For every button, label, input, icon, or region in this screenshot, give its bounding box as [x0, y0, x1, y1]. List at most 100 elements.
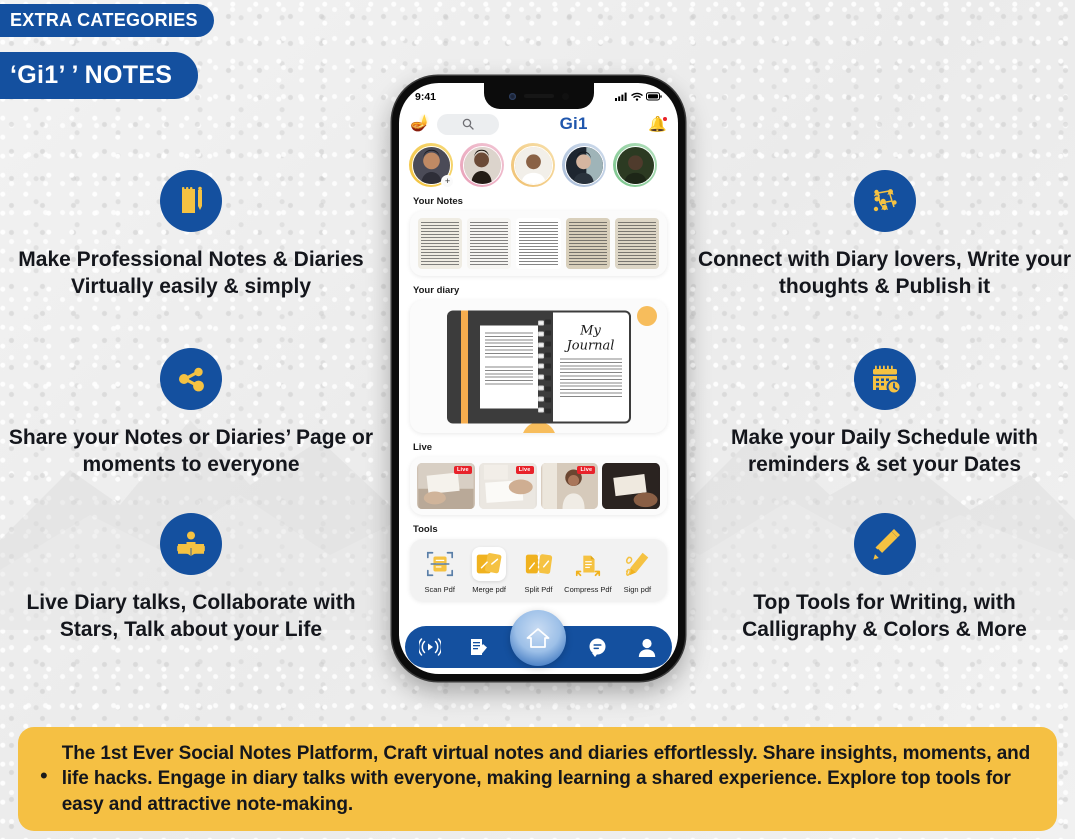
live-badge: Live — [577, 466, 596, 474]
live-card: Live Live Live — [410, 457, 667, 515]
avatar — [616, 146, 654, 184]
note-text-lines — [470, 222, 509, 265]
wifi-icon — [631, 92, 643, 101]
avatar — [463, 146, 501, 184]
tab-profile[interactable] — [629, 629, 665, 665]
tool-split-pdf[interactable]: Split Pdf — [514, 547, 563, 594]
network-people-icon — [853, 170, 916, 232]
note-3[interactable] — [516, 218, 561, 269]
open-notebook-illustration: My Journal — [446, 310, 631, 423]
feature-notes-text: Make Professional Notes & Diaries Virtua… — [18, 248, 364, 298]
diary-card[interactable]: My Journal — [410, 300, 667, 433]
note-1[interactable] — [418, 218, 463, 269]
feature-tools-text: Top Tools for Writing, with Calligraphy … — [742, 591, 1027, 641]
tool-label: Sign pdf — [623, 585, 652, 594]
notes-card — [410, 211, 667, 276]
live-4[interactable] — [602, 463, 660, 509]
note-5[interactable] — [614, 218, 660, 269]
tab-home[interactable] — [510, 610, 567, 666]
home-icon — [527, 628, 550, 648]
notebook-right-page: My Journal — [537, 310, 631, 423]
calendar-clock-icon — [853, 348, 916, 410]
tab-messages[interactable] — [580, 629, 616, 665]
feature-live: Live Diary talks, Collaborate with Stars… — [0, 513, 382, 644]
battery-icon — [646, 92, 662, 101]
page-title-badge: ‘Gi1’ ’ NOTES — [0, 52, 199, 99]
story-2[interactable] — [460, 143, 504, 187]
feature-tools: Top Tools for Writing, with Calligraphy … — [694, 513, 1075, 644]
story-5[interactable] — [613, 143, 657, 187]
feature-live-text: Live Diary talks, Collaborate with Stars… — [26, 591, 356, 641]
tool-scan-pdf[interactable]: Scan Pdf — [415, 547, 464, 594]
live-badge: Live — [453, 466, 472, 474]
notebook-rings — [537, 318, 545, 415]
feature-share: Share your Notes or Diaries’ Page or mom… — [0, 348, 382, 479]
story-3[interactable] — [511, 143, 555, 187]
broadcast-icon — [418, 638, 441, 656]
diary-section-label: Your diary — [413, 285, 460, 296]
add-story-icon[interactable]: + — [441, 175, 454, 188]
notebook-left-page — [479, 325, 538, 408]
eyebrow-badge: EXTRA CATEGORIES — [0, 4, 214, 37]
front-camera-icon — [508, 92, 516, 100]
tool-label: Merge pdf — [472, 585, 506, 594]
tool-merge-pdf[interactable]: Merge pdf — [464, 547, 513, 594]
summary-banner-text: The 1st Ever Social Notes Platform, Craf… — [61, 742, 1031, 815]
person-icon — [639, 638, 656, 657]
feature-connect: Connect with Diary lovers, Write your th… — [694, 170, 1075, 301]
decor-circle — [637, 306, 657, 326]
summary-banner: • The 1st Ever Social Notes Platform, Cr… — [18, 727, 1057, 831]
phone-mockup: 9:41 🪔 Gi1 🔔 + Your Notes Your diary My … — [392, 76, 685, 681]
tool-compress-pdf[interactable]: Compress Pdf — [563, 547, 612, 594]
tool-label: Scan Pdf — [424, 585, 455, 594]
scan-document-icon — [415, 547, 464, 581]
tool-sign-pdf[interactable]: Sign pdf — [613, 547, 662, 594]
genie-lamp-icon[interactable]: 🪔 — [410, 116, 430, 132]
search-icon — [462, 118, 474, 130]
bell-icon[interactable]: 🔔 — [648, 115, 668, 132]
eyebrow-badge-label: EXTRA CATEGORIES — [10, 10, 198, 30]
page-text-lines — [484, 366, 533, 384]
search-input[interactable] — [436, 113, 499, 135]
status-time: 9:41 — [415, 90, 437, 103]
notification-badge — [662, 115, 668, 122]
live-2[interactable]: Live — [478, 463, 537, 509]
feature-share-text: Share your Notes or Diaries’ Page or mom… — [8, 426, 374, 476]
avatar — [565, 146, 603, 184]
phone-screen: 9:41 🪔 Gi1 🔔 + Your Notes Your diary My … — [399, 83, 678, 674]
bullet-glyph: • — [40, 763, 48, 788]
story-4[interactable] — [562, 143, 606, 187]
note-2[interactable] — [467, 218, 512, 269]
live-thumb-image — [603, 463, 659, 509]
tool-label: Split Pdf — [524, 585, 553, 594]
live-1[interactable]: Live — [417, 463, 475, 509]
compress-file-icon — [563, 547, 612, 581]
tab-write[interactable] — [461, 629, 497, 665]
tab-live[interactable] — [412, 629, 448, 665]
feature-schedule: Make your Daily Schedule with reminders … — [694, 348, 1075, 479]
chat-bubble-icon — [589, 638, 606, 657]
app-title: Gi1 — [559, 114, 588, 133]
bottom-tab-bar — [405, 610, 672, 668]
journal-text-lines — [559, 358, 622, 398]
share-nodes-icon — [160, 348, 222, 410]
phone-notch — [483, 83, 594, 109]
feature-notes: Make Professional Notes & Diaries Virtua… — [0, 170, 382, 301]
cellular-signal-icon — [615, 92, 627, 101]
tools-card: Scan Pdf Merge pdf Split Pdf Compress Pd… — [410, 539, 667, 601]
stories-row: + — [399, 141, 678, 188]
note-text-lines — [617, 222, 657, 265]
tool-label: Compress Pdf — [564, 585, 612, 594]
note-4[interactable] — [565, 218, 610, 269]
journal-title: My Journal — [566, 323, 615, 353]
page-text-lines — [484, 332, 533, 358]
pencil-icon — [853, 513, 916, 575]
feature-schedule-text: Make your Daily Schedule with reminders … — [731, 426, 1038, 476]
note-text-lines — [568, 222, 607, 265]
live-3[interactable]: Live — [540, 463, 599, 509]
live-section-label: Live — [413, 442, 433, 453]
sensor-icon — [561, 92, 569, 100]
story-1[interactable]: + — [409, 143, 454, 188]
signature-pen-icon — [613, 547, 662, 581]
notebook-bookmark — [460, 310, 468, 423]
